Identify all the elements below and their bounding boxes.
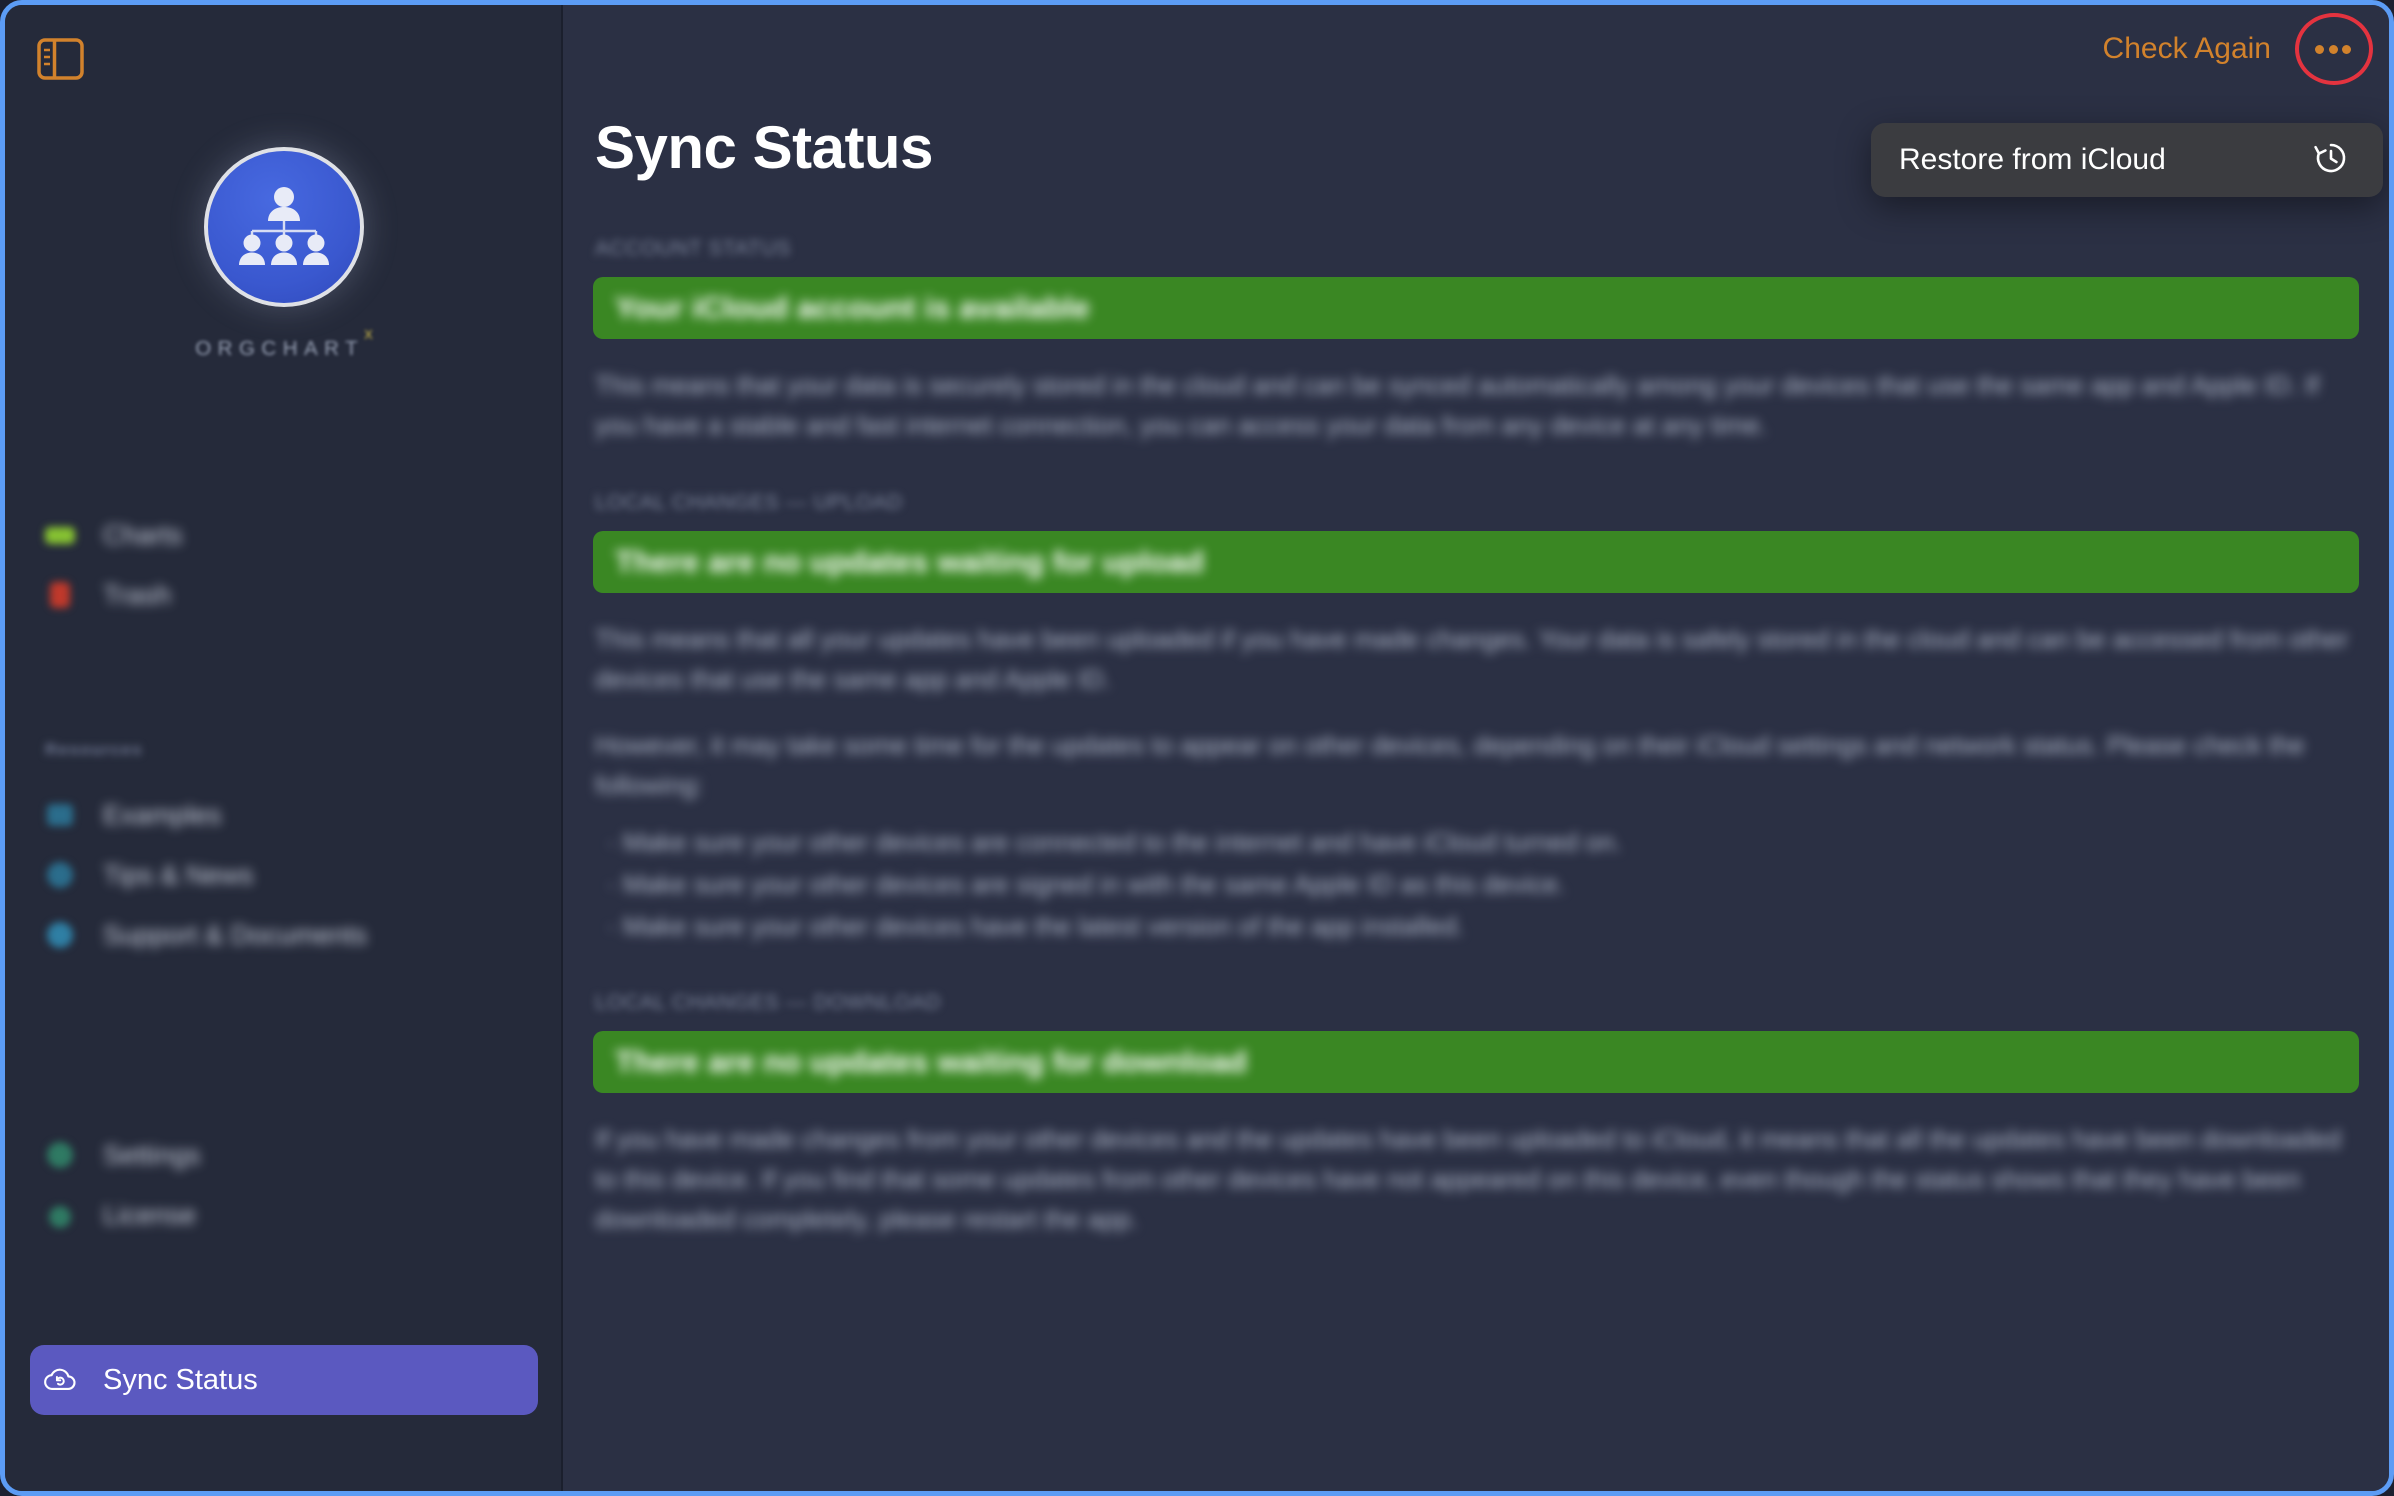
sidebar-toggle-icon[interactable] xyxy=(37,38,84,80)
check-again-button[interactable]: Check Again xyxy=(2103,32,2271,66)
menu-item-restore-from-icloud[interactable]: Restore from iCloud xyxy=(1899,143,2166,177)
sidebar-item-label: Support & Documents xyxy=(103,919,368,950)
sidebar-resources-nav: Resources Examples Tips & News Support &… xyxy=(5,740,563,965)
sidebar-item-tips-news[interactable]: Tips & News xyxy=(5,845,563,905)
cloud-sync-icon xyxy=(43,1363,77,1397)
bullet-item: Make sure your other devices are connect… xyxy=(607,821,2357,863)
section-kicker: LOCAL CHANGES — DOWNLOAD xyxy=(595,991,942,1014)
charts-icon xyxy=(43,518,77,552)
sync-status-content: ACCOUNT STATUS Your iCloud account is av… xyxy=(563,237,2389,1491)
section-paragraph: This means that all your updates have be… xyxy=(595,624,2349,694)
clock-restore-icon xyxy=(2311,138,2351,183)
settings-gear-icon xyxy=(43,1138,77,1172)
status-banner-text: There are no updates waiting for downloa… xyxy=(615,1044,1248,1079)
status-banner: There are no updates waiting for downloa… xyxy=(593,1031,2359,1093)
ellipsis-icon[interactable] xyxy=(2315,40,2351,58)
sidebar-item-label: Sync Status xyxy=(103,1363,258,1396)
status-banner: Your iCloud account is available xyxy=(593,277,2359,339)
bullet-item: Make sure your other devices are signed … xyxy=(607,863,2357,905)
section-kicker: LOCAL CHANGES — UPLOAD xyxy=(595,491,903,514)
section-paragraph: If you have made changes from your other… xyxy=(595,1124,2342,1234)
sidebar-item-label: Examples xyxy=(103,799,222,830)
section-download-status: LOCAL CHANGES — DOWNLOAD There are no up… xyxy=(563,991,2389,1239)
section-kicker: ACCOUNT STATUS xyxy=(595,237,792,260)
brand-name: ORGCHARTX xyxy=(195,327,373,360)
examples-icon xyxy=(43,798,77,832)
context-menu[interactable]: Restore from iCloud xyxy=(1871,123,2383,197)
sidebar-item-label: Charts xyxy=(103,519,183,550)
sidebar-item-label: License xyxy=(103,1199,197,1230)
sidebar-item-label: Trash xyxy=(103,579,172,610)
org-chart-avatar-icon xyxy=(204,147,364,307)
brand-block: ORGCHARTX xyxy=(5,147,563,361)
sidebar-item-label: Tips & News xyxy=(103,859,254,890)
main-panel: Check Again Restore from iCloud Sync Sta… xyxy=(563,5,2389,1491)
sidebar-item-support-documents[interactable]: Support & Documents xyxy=(5,905,563,965)
sidebar-section-header: Resources xyxy=(45,740,143,759)
section-paragraph: This means that your data is securely st… xyxy=(595,370,2320,440)
sidebar-active-nav: Sync Status xyxy=(5,1345,563,1415)
tips-news-icon xyxy=(43,858,77,892)
app-window: ORGCHARTX Charts Trash Resources Example… xyxy=(0,0,2394,1496)
sidebar-item-examples[interactable]: Examples xyxy=(5,785,563,845)
license-key-icon xyxy=(43,1198,77,1232)
status-banner-text: There are no updates waiting for upload xyxy=(615,544,1205,579)
sidebar-item-sync-status[interactable]: Sync Status xyxy=(30,1345,538,1415)
bullet-item: Make sure your other devices have the la… xyxy=(607,905,2357,947)
sidebar-primary-nav: Charts Trash xyxy=(5,505,563,625)
sidebar-footer-nav: Settings License xyxy=(5,1125,563,1245)
support-documents-icon xyxy=(43,918,77,952)
sidebar-item-settings[interactable]: Settings xyxy=(5,1125,563,1185)
section-account-status: ACCOUNT STATUS Your iCloud account is av… xyxy=(563,237,2389,445)
section-paragraph: However, it may take some time for the u… xyxy=(595,730,2305,800)
sidebar-item-charts[interactable]: Charts xyxy=(5,505,563,565)
sidebar: ORGCHARTX Charts Trash Resources Example… xyxy=(5,5,563,1491)
toolbar: Check Again xyxy=(563,5,2389,93)
sidebar-item-trash[interactable]: Trash xyxy=(5,565,563,625)
sidebar-item-license[interactable]: License xyxy=(5,1185,563,1245)
trash-icon xyxy=(43,578,77,612)
status-banner-text: Your iCloud account is available xyxy=(615,290,1090,325)
status-banner: There are no updates waiting for upload xyxy=(593,531,2359,593)
section-upload-status: LOCAL CHANGES — UPLOAD There are no upda… xyxy=(563,491,2389,947)
page-title: Sync Status xyxy=(595,114,933,181)
sidebar-item-label: Settings xyxy=(103,1139,201,1170)
section-bullet-list: Make sure your other devices are connect… xyxy=(607,821,2357,947)
